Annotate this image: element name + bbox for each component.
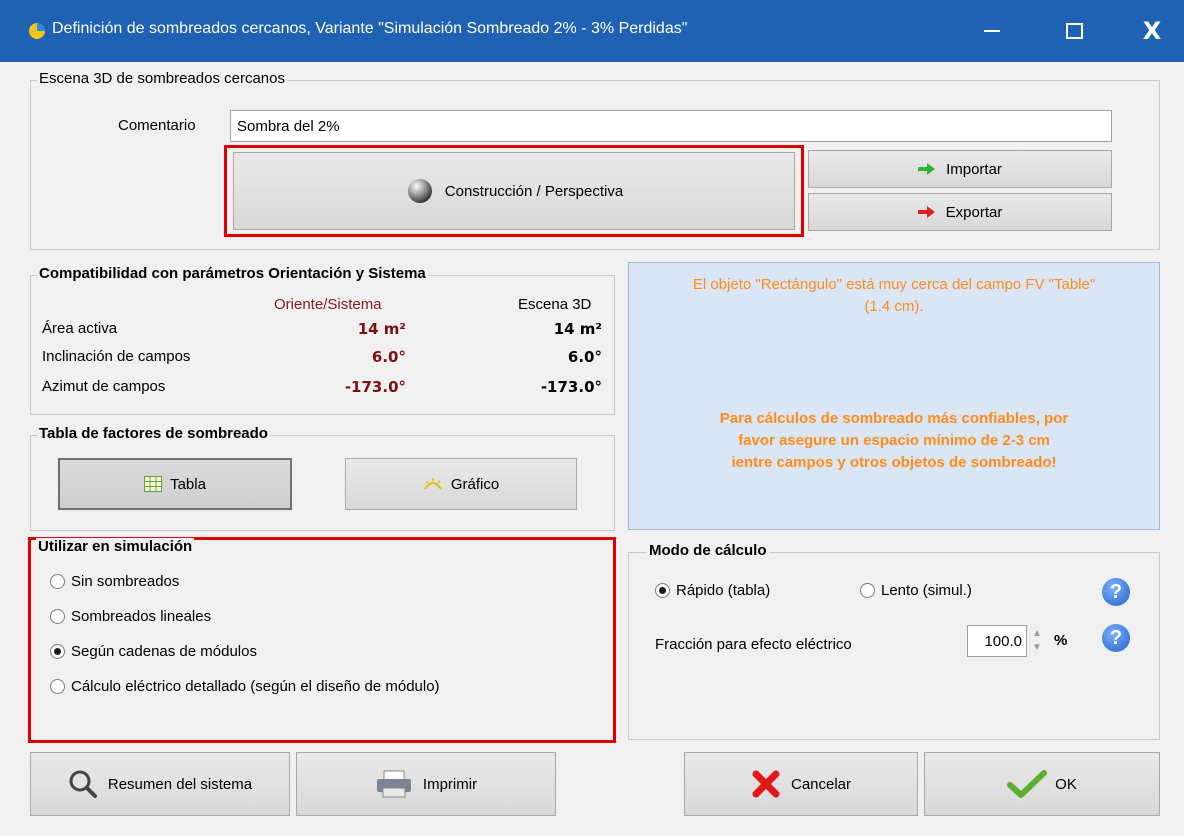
option-no-shading-label: Sin sombreados [71,573,180,590]
scene-legend: Escena 3D de sombreados cercanos [37,70,287,87]
warning-message: El objeto "Rectángulo" está muy cerca de… [628,274,1160,318]
comment-label: Comentario [118,117,196,134]
radio-fast[interactable] [655,583,670,598]
construction-label: Construcción / Perspectiva [444,182,624,200]
option-detailed-electrical-label: Cálculo eléctrico detallado (según el di… [71,678,440,695]
system-summary-button[interactable]: Resumen del sistema [30,752,290,816]
area-scene-value: 14 m² [553,320,602,338]
fraction-spinner[interactable]: ▲ ▼ [1030,624,1044,658]
option-module-strings[interactable]: Según cadenas de módulos [50,643,257,660]
option-linear-shading[interactable]: Sombreados lineales [50,608,211,625]
ok-label: OK [1055,775,1077,793]
row-label-area: Área activa [42,320,118,337]
magnifier-icon [69,770,97,798]
highlight-simulation [28,537,616,743]
cancel-label: Cancelar [790,775,852,793]
graph-button[interactable]: Gráfico [345,458,577,510]
option-fast[interactable]: Rápido (tabla) [655,582,770,599]
warning-bold-1: Para cálculos de sombreado más confiable… [719,410,1069,427]
fraction-label: Fracción para efecto eléctrico [655,636,852,653]
pvsyst-app-icon [29,23,45,39]
printer-icon [376,770,411,798]
export-button[interactable]: Exportar [808,193,1112,231]
tilt-scene-value: 6.0° [567,348,602,366]
option-slow[interactable]: Lento (simul.) [860,582,972,599]
fraction-input[interactable] [967,625,1027,657]
help-icon-calc-mode[interactable]: ? [1102,578,1130,606]
option-slow-label: Lento (simul.) [881,582,972,599]
table-label: Tabla [170,475,206,493]
minimize-icon [984,30,1000,32]
ok-button[interactable]: OK [924,752,1160,816]
spin-up-icon[interactable]: ▲ [1032,627,1042,641]
cancel-x-icon [752,770,780,798]
cancel-button[interactable]: Cancelar [684,752,918,816]
warning-bold-3: ientre campos y otros objetos de sombrea… [731,454,1057,471]
print-label: Imprimir [422,775,478,793]
checkmark-icon [1007,770,1048,798]
azimuth-orient-value: -173.0° [344,378,406,396]
sun-graph-icon [423,478,442,490]
warning-advice: Para cálculos de sombreado más confiable… [628,408,1160,474]
close-button[interactable]: X [1122,12,1182,50]
option-module-strings-label: Según cadenas de módulos [71,643,257,660]
radio-linear-shading[interactable] [50,609,65,624]
radio-module-strings[interactable] [50,644,65,659]
radio-slow[interactable] [860,583,875,598]
option-fast-label: Rápido (tabla) [676,582,771,599]
factors-legend: Tabla de factores de sombreado [37,425,270,442]
col-orient-header: Oriente/Sistema [274,296,382,313]
azimuth-scene-value: -173.0° [540,378,602,396]
title-bar: Definición de sombreados cercanos, Varia… [0,0,1184,62]
spin-down-icon[interactable]: ▼ [1032,641,1042,655]
area-orient-value: 14 m² [357,320,406,338]
close-icon: X [1142,17,1162,45]
row-label-tilt: Inclinación de campos [42,348,191,365]
maximize-icon [1065,23,1083,39]
row-label-azimuth: Azimut de campos [42,378,166,395]
export-arrow-icon [917,206,935,218]
table-button[interactable]: Tabla [58,458,292,510]
option-no-shading[interactable]: Sin sombreados [50,573,179,590]
maximize-button[interactable] [1044,12,1104,50]
radio-detailed-electrical[interactable] [50,679,65,694]
tilt-orient-value: 6.0° [371,348,406,366]
system-summary-label: Resumen del sistema [107,775,253,793]
construction-perspective-button[interactable]: Construcción / Perspectiva [233,152,795,230]
warning-line-2: (1.4 cm). [864,298,924,315]
sphere-icon [407,179,432,203]
compat-legend: Compatibilidad con parámetros Orientació… [37,265,428,282]
col-scene-header: Escena 3D [518,296,592,313]
import-button[interactable]: Importar [808,150,1112,188]
simulation-legend-overlay: Utilizar en simulación [36,538,195,555]
import-label: Importar [946,160,1002,178]
option-linear-shading-label: Sombreados lineales [71,608,212,625]
import-arrow-icon [918,163,936,175]
comment-input[interactable] [230,110,1112,142]
table-grid-icon [144,476,163,492]
export-label: Exportar [945,203,1003,221]
radio-no-shading[interactable] [50,574,65,589]
minimize-button[interactable] [962,12,1022,50]
graph-label: Gráfico [450,475,500,493]
warning-bold-2: favor asegure un espacio mínimo de 2-3 c… [738,432,1050,449]
window-title: Definición de sombreados cercanos, Varia… [52,20,688,37]
help-icon-fraction[interactable]: ? [1102,624,1130,652]
calc-mode-legend: Modo de cálculo [647,542,769,559]
fraction-unit: % [1054,632,1068,649]
option-detailed-electrical[interactable]: Cálculo eléctrico detallado (según el di… [50,678,440,695]
warning-line-1: El objeto "Rectángulo" está muy cerca de… [692,276,1096,293]
print-button[interactable]: Imprimir [296,752,556,816]
